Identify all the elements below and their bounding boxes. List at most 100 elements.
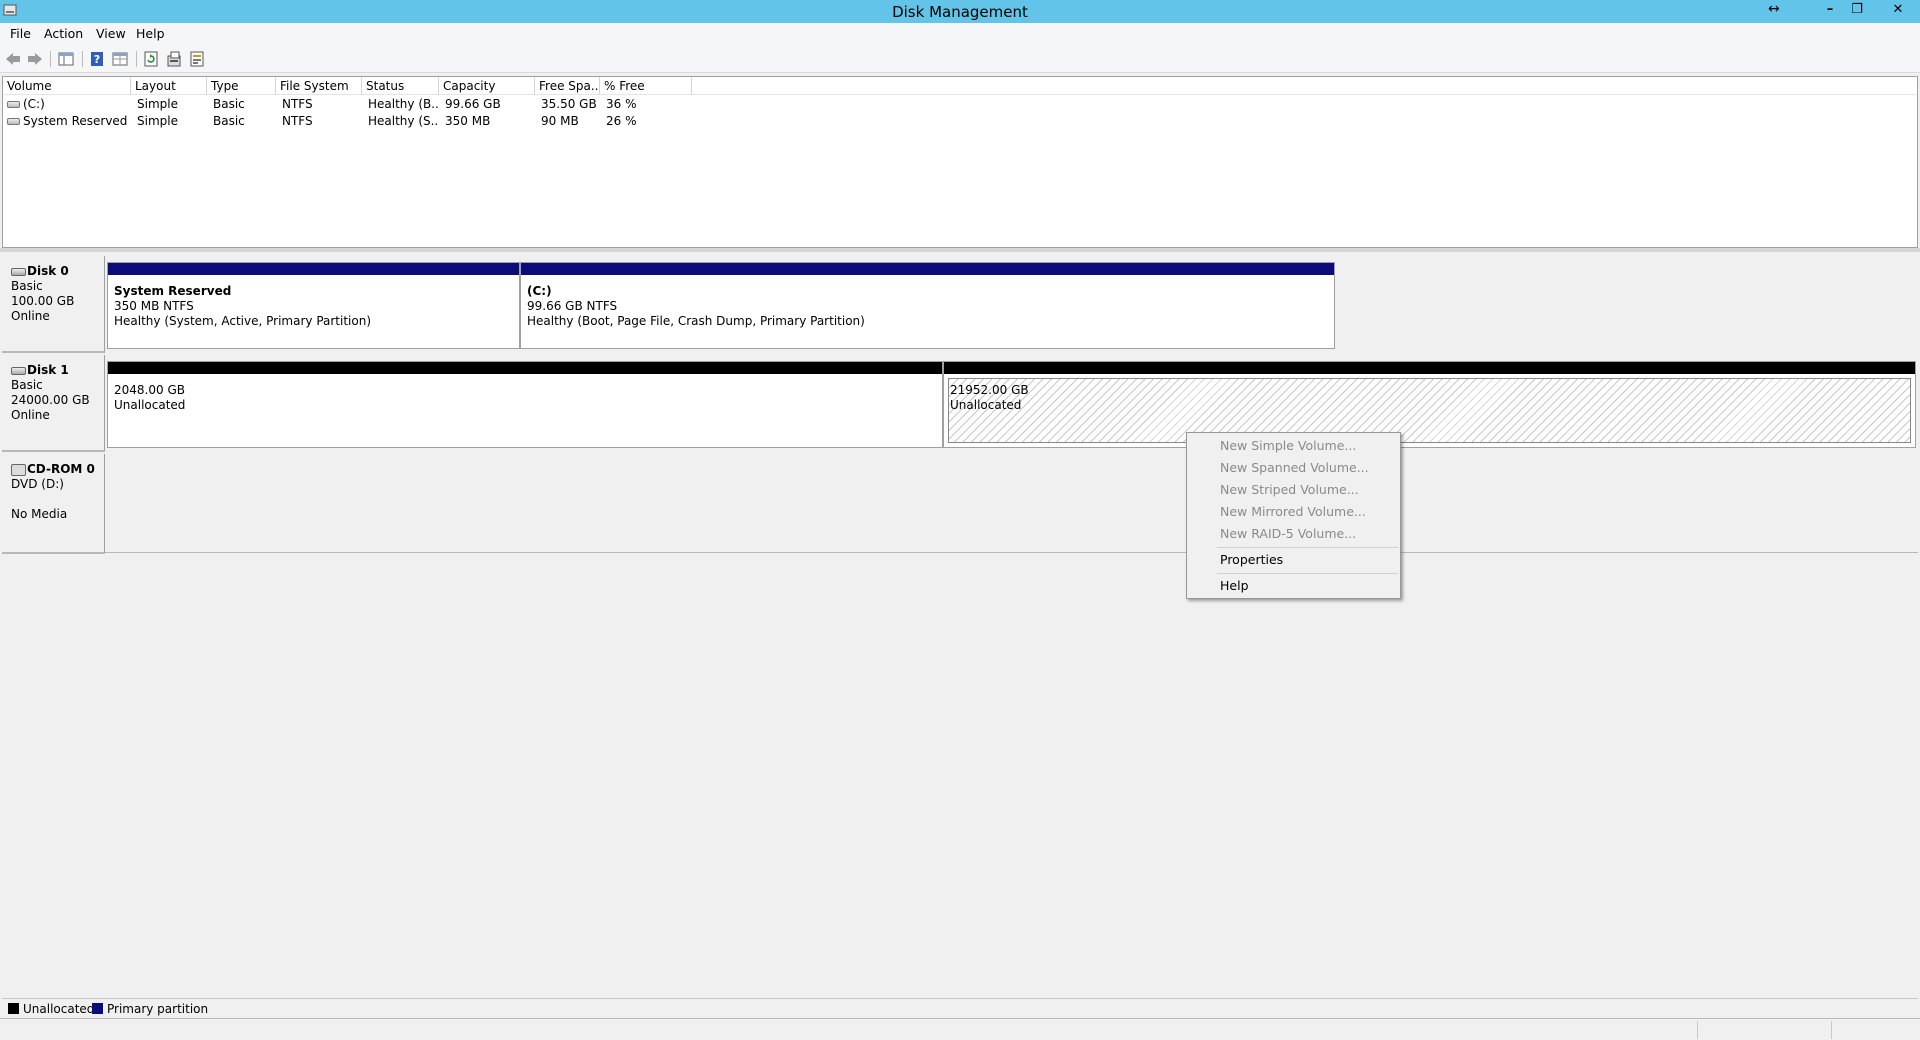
legend-primary-label: Primary partition <box>107 1002 209 1016</box>
unallocated-partition-2[interactable]: 21952.00 GB Unallocated <box>943 361 1916 448</box>
cell-percent-free: 36 % <box>606 97 637 111</box>
column-status[interactable]: Status <box>362 77 439 95</box>
unallocated-bar <box>944 362 1915 374</box>
context-menu: New Simple Volume... New Spanned Volume.… <box>1186 432 1401 599</box>
cdrom-name: CD-ROM 0 <box>27 462 95 476</box>
column-percent-free[interactable]: % Free <box>600 77 692 95</box>
disk-size: 24000.00 GB <box>11 393 90 407</box>
table-row[interactable]: (C:) Simple Basic NTFS Healthy (B... 99.… <box>3 96 1917 113</box>
volume-list: Volume Layout Type File System Status Ca… <box>2 76 1918 248</box>
partition-size: 2048.00 GB <box>114 383 185 397</box>
status-pane <box>1697 1021 1698 1039</box>
resize-icon: ↔ <box>1768 1 1780 17</box>
close-button[interactable]: ✕ <box>1880 0 1916 20</box>
view-icon[interactable] <box>111 50 129 68</box>
cdrom-media: No Media <box>11 507 68 521</box>
cell-free-space: 90 MB <box>541 114 579 128</box>
partition-size: 350 MB NTFS <box>114 299 194 313</box>
menu-help[interactable]: Help <box>136 26 165 41</box>
disk-1-label[interactable]: Disk 1 Basic 24000.00 GB Online <box>2 355 105 452</box>
minimize-button[interactable]: – <box>1816 0 1844 20</box>
primary-partition-bar <box>521 263 1334 275</box>
back-arrow-icon[interactable] <box>4 50 22 68</box>
cell-layout: Simple <box>137 114 178 128</box>
disk-icon <box>11 366 26 375</box>
partition-title: (C:) <box>527 284 552 298</box>
unallocated-bar <box>108 362 942 374</box>
cdrom-0-label[interactable]: CD-ROM 0 DVD (D:) No Media <box>2 454 105 554</box>
disk-0-label[interactable]: Disk 0 Basic 100.00 GB Online <box>2 256 105 353</box>
toolbar: ? <box>0 45 1920 73</box>
rescan-disks-icon[interactable] <box>188 50 206 68</box>
properties-icon[interactable] <box>165 50 183 68</box>
primary-partition-bar <box>108 263 519 275</box>
disk-graphical-view: Disk 0 Basic 100.00 GB Online System Res… <box>2 252 1918 998</box>
console-tree-icon[interactable] <box>57 50 75 68</box>
menu-file[interactable]: File <box>10 26 31 41</box>
partition-status: Healthy (Boot, Page File, Crash Dump, Pr… <box>527 314 865 328</box>
disk-name: Disk 1 <box>27 363 69 377</box>
cell-volume: System Reserved <box>7 114 131 128</box>
partition-status: Healthy (System, Active, Primary Partiti… <box>114 314 372 328</box>
unallocated-partition-1[interactable]: 2048.00 GB Unallocated <box>107 361 943 448</box>
cell-capacity: 99.66 GB <box>445 97 501 111</box>
volume-name: System Reserved <box>23 114 128 128</box>
help-icon[interactable]: ? <box>88 50 106 68</box>
column-volume[interactable]: Volume <box>3 77 131 95</box>
toolbar-separator <box>136 51 137 67</box>
legend-primary-swatch <box>92 1003 103 1014</box>
partition-status: Unallocated <box>114 398 186 412</box>
column-type[interactable]: Type <box>207 77 276 95</box>
partition-c-drive[interactable]: (C:) 99.66 GB NTFS Healthy (Boot, Page F… <box>520 262 1335 349</box>
legend-unallocated-label: Unallocated <box>23 1002 95 1016</box>
partition-system-reserved[interactable]: System Reserved 350 MB NTFS Healthy (Sys… <box>107 262 520 349</box>
volume-list-header: Volume Layout Type File System Status Ca… <box>3 77 1917 95</box>
menu-new-striped-volume[interactable]: New Striped Volume... <box>1220 482 1359 497</box>
menu-properties[interactable]: Properties <box>1220 552 1283 567</box>
column-capacity[interactable]: Capacity <box>439 77 535 95</box>
menu-new-raid5-volume[interactable]: New RAID-5 Volume... <box>1220 526 1356 541</box>
disk-name: Disk 0 <box>27 264 69 278</box>
drive-icon <box>7 118 20 125</box>
divider <box>105 552 1918 553</box>
partition-size: 21952.00 GB <box>950 383 1029 397</box>
menu-action[interactable]: Action <box>44 26 83 41</box>
cdrom-icon <box>11 463 26 476</box>
cdrom-drive: DVD (D:) <box>11 477 64 491</box>
window-title: Disk Management <box>892 3 1028 21</box>
cell-file-system: NTFS <box>282 97 313 111</box>
refresh-icon[interactable] <box>142 50 160 68</box>
menu-divider <box>1217 573 1398 574</box>
cell-layout: Simple <box>137 97 178 111</box>
drive-icon <box>7 101 20 108</box>
column-layout[interactable]: Layout <box>131 77 207 95</box>
status-bar <box>0 1018 1920 1040</box>
cell-capacity: 350 MB <box>445 114 491 128</box>
menu-view[interactable]: View <box>96 26 126 41</box>
legend-unallocated-swatch <box>8 1003 19 1014</box>
cell-type: Basic <box>213 97 245 111</box>
cell-status: Healthy (B... <box>368 97 438 111</box>
disk-kind: Basic <box>11 279 43 293</box>
cell-type: Basic <box>213 114 245 128</box>
forward-arrow-icon[interactable] <box>26 50 44 68</box>
menu-bar: File Action View Help <box>0 23 1920 45</box>
status-pane <box>1831 1021 1832 1039</box>
menu-divider <box>1217 547 1398 548</box>
cell-status: Healthy (S... <box>368 114 438 128</box>
toolbar-separator <box>50 51 51 67</box>
column-free-space[interactable]: Free Spa... <box>535 77 600 95</box>
menu-help[interactable]: Help <box>1220 578 1249 593</box>
restore-button[interactable]: ❐ <box>1843 0 1871 20</box>
disk-icon <box>11 267 26 276</box>
disk-kind: Basic <box>11 378 43 392</box>
partition-size: 99.66 GB NTFS <box>527 299 618 313</box>
menu-new-mirrored-volume[interactable]: New Mirrored Volume... <box>1220 504 1366 519</box>
toolbar-separator <box>82 51 83 67</box>
cell-volume: (C:) <box>7 97 131 111</box>
menu-new-spanned-volume[interactable]: New Spanned Volume... <box>1220 460 1369 475</box>
column-file-system[interactable]: File System <box>276 77 362 95</box>
table-row[interactable]: System Reserved Simple Basic NTFS Health… <box>3 113 1917 130</box>
disk-state: Online <box>11 408 50 422</box>
menu-new-simple-volume[interactable]: New Simple Volume... <box>1220 438 1356 453</box>
